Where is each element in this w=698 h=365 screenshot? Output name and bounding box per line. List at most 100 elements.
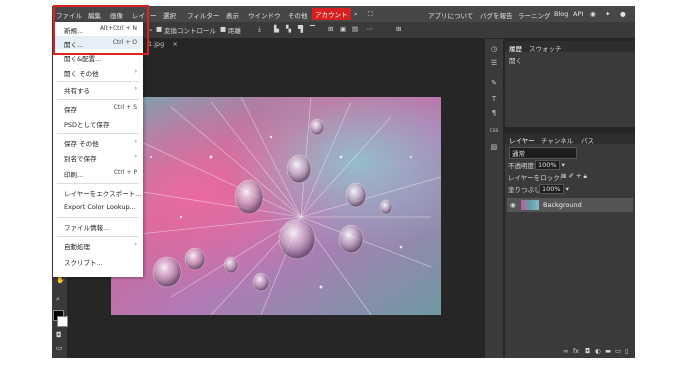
more-options-icon[interactable]: ⋯ <box>366 25 373 33</box>
dandelion-photo <box>111 97 441 315</box>
image-icon[interactable]: ▨ <box>489 143 499 151</box>
menu-divider <box>57 217 139 218</box>
folder-icon[interactable]: ▬ <box>605 347 611 355</box>
opacity-input[interactable]: 100% ▾ <box>535 160 565 170</box>
menu-layer-suffix[interactable]: ー <box>150 10 157 20</box>
menu-window[interactable]: ウインドウ <box>248 10 281 20</box>
properties-icon[interactable]: ☰ <box>489 59 499 67</box>
quick-mask-icon[interactable]: ◘ <box>56 331 62 339</box>
reddit-icon[interactable]: ◉ <box>590 10 596 18</box>
opacity-label: 不透明度: <box>508 162 537 170</box>
transform-controls-label: 変換コントロール <box>164 27 216 35</box>
menu-divider <box>57 183 139 184</box>
align-center-icon[interactable]: ▚ <box>286 25 291 33</box>
history-entry[interactable]: 開く <box>509 55 522 65</box>
align-right-icon[interactable]: ▜ <box>298 25 303 33</box>
character-icon[interactable]: T <box>489 95 499 103</box>
fill-input[interactable]: 100% ▾ <box>539 184 569 194</box>
menu-item-save-psd[interactable]: PSDとして保存 <box>64 119 109 129</box>
history-panel-header: 履歴 スウォッチ <box>505 41 635 53</box>
tab-channels[interactable]: チャンネル <box>541 135 573 145</box>
tab-paths[interactable]: パス <box>581 135 594 145</box>
transform-controls-checkbox[interactable]: ■ <box>156 25 162 33</box>
menu-api[interactable]: API <box>573 10 583 18</box>
grid-icon[interactable]: ⊞ <box>396 25 401 33</box>
distance-label: 距離 <box>228 27 241 35</box>
tab-layers[interactable]: レイヤー <box>509 135 535 145</box>
menu-item-share[interactable]: 共有する <box>64 85 90 95</box>
eye-icon[interactable]: ◉ <box>510 201 516 209</box>
search-icon[interactable]: ⌕ <box>354 10 358 19</box>
file-menu-dropdown: 新規... Alt+Ctrl + N 開く... Ctrl + O 開く&配置.… <box>53 22 143 277</box>
layer-name: Background <box>543 201 582 209</box>
menu-view[interactable]: 表示 <box>226 10 239 20</box>
align-left-icon[interactable]: ▙ <box>274 25 279 33</box>
shortcut-save: Ctrl + S <box>113 104 137 111</box>
tab-history[interactable]: 履歴 <box>509 43 522 53</box>
menu-blog[interactable]: Blog <box>554 10 568 18</box>
effects-icon[interactable]: fx <box>573 347 579 355</box>
menu-account[interactable]: アカウント <box>312 8 351 20</box>
blend-mode-value: 通常 <box>509 147 577 159</box>
screen-mode-icon[interactable]: ▭ <box>56 344 63 352</box>
menu-item-export-color-lookup[interactable]: Export Color Lookup... <box>64 203 136 211</box>
menu-report-bug[interactable]: バグを報告 <box>480 10 513 20</box>
distance-checkbox[interactable]: ■ <box>220 25 226 33</box>
facebook-icon[interactable]: ● <box>620 10 626 18</box>
lock-icons[interactable]: ⊠ ✐ ✛ 🔒︎ <box>561 172 587 181</box>
trash-icon[interactable]: ▯ <box>625 347 629 355</box>
zoom-icon[interactable]: ⌕ <box>56 295 60 304</box>
menu-divider <box>57 99 139 100</box>
download-icon[interactable]: ⤓ <box>258 25 261 34</box>
menu-item-print[interactable]: 印刷... <box>64 169 83 179</box>
align-top-icon[interactable]: ▔ <box>310 25 315 33</box>
menu-item-save-as[interactable]: 別名で保存 <box>64 153 97 163</box>
close-icon[interactable]: × <box>172 40 177 48</box>
menu-item-save-more[interactable]: 保存 その他 <box>64 138 99 148</box>
lock-label: レイヤーをロック: <box>508 174 562 182</box>
menu-item-file-info[interactable]: ファイル情報... <box>64 222 109 232</box>
menu-item-save[interactable]: 保存 <box>64 104 77 114</box>
history-panel: 履歴 スウォッチ 開く <box>505 41 635 127</box>
menu-item-automate[interactable]: 自動処理 <box>64 241 90 251</box>
submenu-arrow-icon: › <box>134 85 137 92</box>
submenu-arrow-icon: › <box>134 153 137 160</box>
menu-item-open-more[interactable]: 開く その他 <box>64 68 99 78</box>
background-color-swatch[interactable] <box>57 316 68 327</box>
menu-select[interactable]: 選択 <box>163 10 176 20</box>
layer-thumbnail <box>521 200 539 210</box>
distribute-h-icon[interactable]: ▣ <box>340 25 346 33</box>
fill-label: 塗りつぶし: <box>508 186 543 194</box>
document-tab[interactable]: 1.jpg × <box>148 40 178 51</box>
menu-item-export-layers[interactable]: レイヤーをエクスポート... <box>64 188 141 198</box>
canvas-image[interactable] <box>111 97 441 315</box>
submenu-arrow-icon: › <box>134 241 137 248</box>
mask-icon[interactable]: ◘ <box>585 347 590 355</box>
menu-item-script[interactable]: スクリプト... <box>64 257 103 267</box>
twitter-icon[interactable]: ✦ <box>605 10 610 18</box>
new-layer-icon[interactable]: ▭ <box>615 347 621 355</box>
brush-icon[interactable]: ✎ <box>489 79 499 87</box>
menu-more[interactable]: その他 <box>288 10 308 20</box>
menu-about[interactable]: アプリについて <box>428 10 473 20</box>
menu-learning[interactable]: ラーニング <box>518 10 551 20</box>
menu-divider <box>57 133 139 134</box>
css-icon[interactable]: CSS <box>489 129 499 134</box>
paragraph-icon[interactable]: ¶ <box>489 109 499 117</box>
tab-swatches[interactable]: スウォッチ <box>529 43 562 53</box>
hand-icon[interactable]: ✋ <box>56 276 65 284</box>
layer-row-background[interactable]: ◉ Background <box>507 198 633 212</box>
fullscreen-icon[interactable]: ⛶ <box>368 10 373 19</box>
history-icon[interactable]: ◷ <box>489 45 499 53</box>
highlight-annotation-box <box>53 5 149 55</box>
menu-filter[interactable]: フィルター <box>187 10 219 20</box>
distribute-icon[interactable]: ⊞ <box>328 25 333 33</box>
adjustment-icon[interactable]: ◐ <box>595 347 601 355</box>
shortcut-print: Ctrl + P <box>113 169 137 176</box>
distribute-v-icon[interactable]: ▤ <box>352 25 358 33</box>
document-tab-name: 1.jpg <box>148 40 165 48</box>
layers-panel: レイヤー チャンネル パス 通常 不透明度: 100% ▾ レイヤーをロック: … <box>505 133 635 358</box>
layers-panel-header: レイヤー チャンネル パス <box>505 133 635 145</box>
link-icon[interactable]: ∞ <box>563 347 568 355</box>
blend-mode-select[interactable]: 通常 <box>509 147 577 159</box>
